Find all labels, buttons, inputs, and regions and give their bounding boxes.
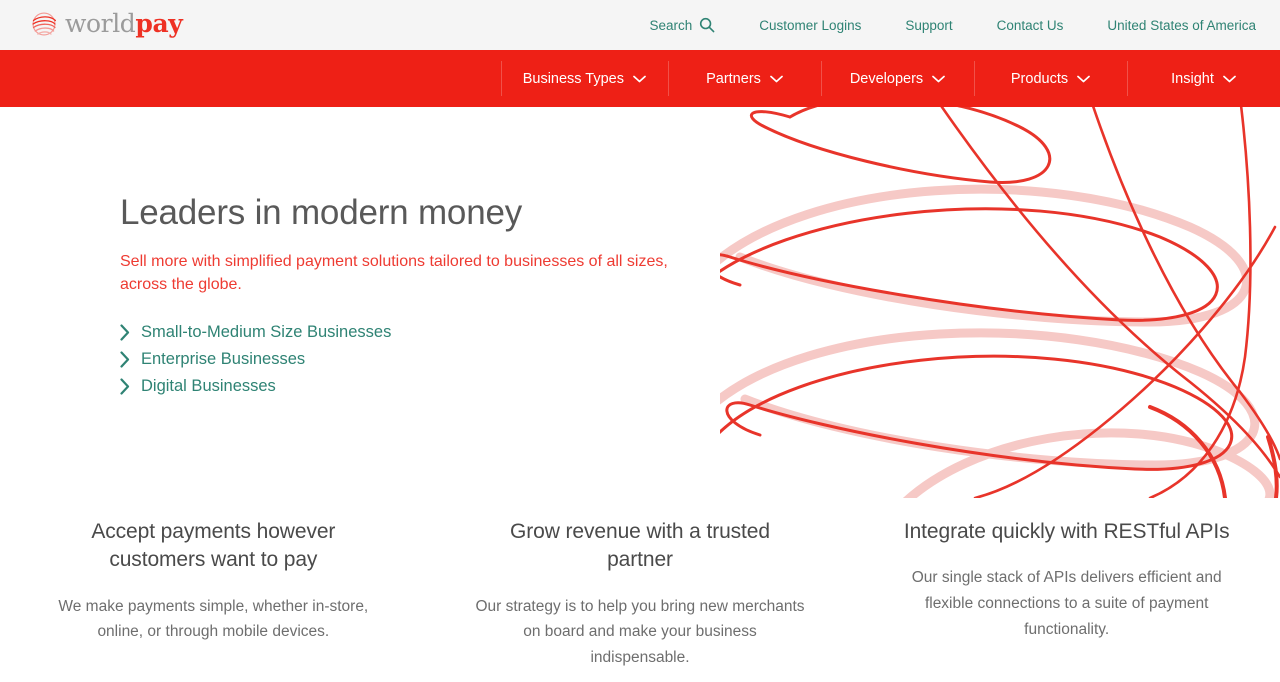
logo-text-pay: pay [135, 9, 183, 38]
nav-item-label: Insight [1171, 70, 1214, 87]
feature-title: Grow revenue with a trusted partner [510, 520, 770, 572]
utility-link-label: Support [905, 17, 953, 33]
hero-swirl-graphic [720, 107, 1280, 498]
chevron-right-icon [120, 324, 130, 341]
hero-link-smb[interactable]: Small-to-Medium Size Businesses [120, 319, 730, 346]
search-icon [700, 17, 715, 33]
chevron-right-icon [120, 351, 130, 368]
worldpay-logo[interactable]: worldpay [30, 9, 183, 38]
nav-item-products[interactable]: Products [974, 50, 1127, 107]
feature-title: Integrate quickly with RESTful APIs [903, 520, 1230, 543]
search-label: Search [649, 17, 693, 33]
nav-item-label: Products [1010, 70, 1069, 87]
feature-body: Our strategy is to help you bring new me… [475, 597, 805, 667]
hero-link-enterprise[interactable]: Enterprise Businesses [120, 346, 730, 373]
utility-link-label: United States of America [1107, 17, 1256, 33]
feature-body: Our single stack of APIs delivers effici… [911, 569, 1222, 638]
feature-card-restful-apis: Integrate quickly with RESTful APIs Our … [853, 498, 1280, 682]
hero-copy: Leaders in modern money Sell more with s… [120, 193, 730, 400]
hero-link-label: Small-to-Medium Size Businesses [141, 322, 392, 341]
hero-link-label: Digital Businesses [141, 376, 276, 395]
nav-item-insight[interactable]: Insight [1127, 50, 1280, 107]
chevron-right-icon [120, 378, 130, 395]
chevron-down-icon [1223, 75, 1236, 82]
chevron-down-icon [633, 75, 646, 82]
hero-link-list: Small-to-Medium Size Businesses Enterpri… [120, 319, 730, 400]
worldpay-globe-icon [32, 11, 57, 36]
features-section: Accept payments however customers want t… [0, 498, 1280, 682]
search-link[interactable]: Search [628, 17, 738, 33]
utility-link-support[interactable]: Support [883, 18, 974, 33]
chevron-down-icon [770, 75, 783, 82]
nav-item-label: Business Types [522, 70, 624, 87]
nav-item-label: Developers [849, 70, 924, 87]
hero-section: Leaders in modern money Sell more with s… [0, 107, 1280, 498]
logo-text-world: world [65, 9, 136, 38]
feature-card-accept-payments: Accept payments however customers want t… [0, 498, 427, 682]
utility-link-contact-us[interactable]: Contact Us [975, 18, 1086, 33]
hero-link-label: Enterprise Businesses [141, 349, 306, 368]
nav-item-developers[interactable]: Developers [821, 50, 974, 107]
nav-item-label: Partners [706, 70, 761, 87]
chevron-down-icon [932, 75, 946, 82]
chevron-down-icon [1077, 75, 1090, 82]
utility-bar: worldpay Search Customer Logins Support … [0, 0, 1280, 50]
feature-title: Accept payments however customers want t… [91, 520, 336, 572]
utility-link-country-selector[interactable]: United States of America [1085, 18, 1256, 33]
utility-link-label: Contact Us [996, 17, 1064, 33]
hero-subtitle: Sell more with simplified payment soluti… [120, 253, 668, 294]
feature-body: We make payments simple, whether in-stor… [58, 597, 369, 641]
utility-link-customer-logins[interactable]: Customer Logins [737, 18, 883, 33]
nav-item-business-types[interactable]: Business Types [500, 50, 668, 107]
nav-item-partners[interactable]: Partners [668, 50, 821, 107]
hero-title: Leaders in modern money [120, 193, 523, 232]
main-navigation: Business Types Partners Developers Produ… [0, 50, 1280, 107]
feature-card-grow-revenue: Grow revenue with a trusted partner Our … [427, 498, 854, 682]
utility-links: Search Customer Logins Support Contact U… [628, 0, 1257, 50]
hero-link-digital[interactable]: Digital Businesses [120, 373, 730, 400]
utility-link-label: Customer Logins [759, 17, 862, 33]
